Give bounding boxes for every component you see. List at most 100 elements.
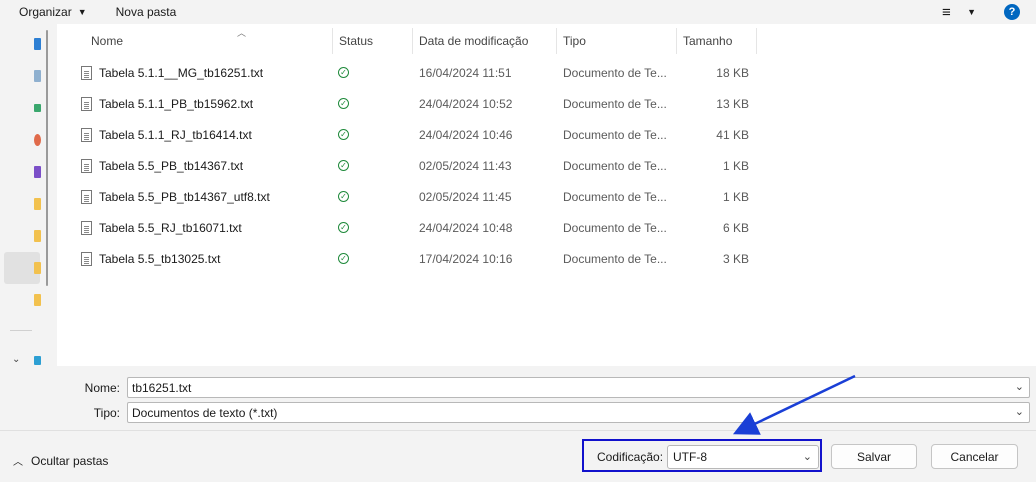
chevron-down-icon[interactable]: ⌄	[1015, 405, 1024, 418]
file-size: 1 KB	[722, 189, 749, 204]
list-view-icon: ≡	[942, 3, 951, 21]
sync-check-icon: ✓	[338, 129, 349, 140]
file-type: Documento de Te...	[563, 158, 667, 173]
file-name-cell: Tabela 5.1.1_RJ_tb16414.txt	[81, 119, 252, 150]
chevron-down-icon[interactable]: ⌄	[12, 354, 20, 365]
downloads-icon[interactable]	[34, 104, 41, 112]
music-icon[interactable]	[34, 134, 41, 146]
videos-icon[interactable]	[34, 166, 41, 178]
column-divider[interactable]	[676, 28, 677, 54]
text-file-icon	[81, 65, 92, 80]
cancel-label: Cancelar	[950, 449, 999, 464]
file-type-value: Documentos de texto (*.txt)	[132, 405, 278, 420]
column-header-modified[interactable]: Data de modificação	[419, 28, 555, 54]
status-cell: ✓	[338, 181, 349, 212]
file-name: Tabela 5.1.1__MG_tb16251.txt	[99, 65, 264, 80]
file-name-cell: Tabela 5.5_PB_tb14367_utf8.txt	[81, 181, 270, 212]
file-size: 3 KB	[722, 251, 749, 266]
status-cell: ✓	[338, 150, 349, 181]
organize-button[interactable]: Organizar ▼	[11, 0, 95, 24]
help-icon: ?	[1008, 6, 1016, 18]
encoding-select[interactable]: UTF-8 ⌄	[667, 445, 819, 469]
column-header-type[interactable]: Tipo	[563, 28, 675, 54]
file-name-label: Nome:	[84, 381, 120, 395]
chevron-down-icon: ▼	[77, 7, 87, 17]
desktop-icon[interactable]	[34, 38, 41, 50]
save-button[interactable]: Salvar	[831, 444, 917, 469]
file-type: Documento de Te...	[563, 65, 667, 80]
status-cell: ✓	[338, 119, 349, 150]
toolbar: Organizar ▼ Nova pasta ≡ ▼ ?	[0, 0, 1036, 24]
file-size: 6 KB	[722, 220, 749, 235]
file-list: Nome ︿ Status Data de modificação Tipo T…	[57, 24, 1036, 366]
status-cell: ✓	[338, 88, 349, 119]
column-status-label: Status	[339, 34, 374, 48]
file-type-select[interactable]: Documentos de texto (*.txt) ⌄	[127, 402, 1030, 423]
folder-icon[interactable]	[34, 294, 41, 306]
file-modified: 24/04/2024 10:46	[419, 127, 513, 142]
column-divider[interactable]	[332, 28, 333, 54]
chevron-down-icon: ⌄	[802, 451, 812, 463]
column-modified-label: Data de modificação	[419, 34, 529, 48]
file-name-value: tb16251.txt	[132, 380, 192, 395]
sort-up-icon: ︿	[237, 28, 247, 38]
column-header-size[interactable]: Tamanho	[683, 28, 755, 54]
this-pc-icon[interactable]	[34, 356, 41, 365]
status-cell: ✓	[338, 57, 349, 88]
chevron-down-icon: ▼	[967, 7, 976, 17]
file-size: 1 KB	[722, 158, 749, 173]
file-row[interactable]: Tabela 5.5_RJ_tb16071.txt ✓ 24/04/2024 1…	[57, 212, 1036, 243]
file-modified: 02/05/2024 11:45	[419, 189, 512, 204]
column-header-name[interactable]: Nome ︿	[91, 28, 331, 54]
file-name: Tabela 5.5_PB_tb14367.txt	[99, 158, 244, 173]
file-type: Documento de Te...	[563, 189, 667, 204]
file-name-cell: Tabela 5.1.1_PB_tb15962.txt	[81, 88, 253, 119]
file-row[interactable]: Tabela 5.5_tb13025.txt ✓ 17/04/2024 10:1…	[57, 243, 1036, 274]
column-divider[interactable]	[756, 28, 757, 54]
file-row[interactable]: Tabela 5.1.1_PB_tb15962.txt ✓ 24/04/2024…	[57, 88, 1036, 119]
text-file-icon	[81, 96, 92, 111]
text-file-icon	[81, 127, 92, 142]
save-label: Salvar	[856, 449, 891, 464]
new-folder-button[interactable]: Nova pasta	[108, 0, 185, 24]
column-type-label: Tipo	[563, 34, 586, 48]
column-header-status[interactable]: Status	[339, 28, 411, 54]
file-name: Tabela 5.1.1_RJ_tb16414.txt	[99, 127, 252, 142]
organize-label: Organizar	[19, 5, 72, 19]
view-options-button[interactable]: ≡ ▼	[938, 2, 980, 22]
sync-check-icon: ✓	[338, 253, 349, 264]
file-row[interactable]: Tabela 5.5_PB_tb14367_utf8.txt ✓ 02/05/2…	[57, 181, 1036, 212]
text-file-icon	[81, 158, 92, 173]
folder-icon[interactable]	[34, 262, 41, 274]
hide-folders-label: Ocultar pastas	[31, 453, 109, 468]
file-name-cell: Tabela 5.5_RJ_tb16071.txt	[81, 212, 242, 243]
encoding-value: UTF-8	[673, 450, 707, 464]
text-file-icon	[81, 220, 92, 235]
text-file-icon	[81, 251, 92, 266]
file-row[interactable]: Tabela 5.1.1_RJ_tb16414.txt ✓ 24/04/2024…	[57, 119, 1036, 150]
status-cell: ✓	[338, 243, 349, 274]
cancel-button[interactable]: Cancelar	[931, 444, 1018, 469]
file-row[interactable]: Tabela 5.5_PB_tb14367.txt ✓ 02/05/2024 1…	[57, 150, 1036, 181]
file-modified: 16/04/2024 11:51	[419, 65, 512, 80]
navigation-pane: ⌄	[0, 24, 52, 366]
new-folder-label: Nova pasta	[115, 5, 177, 19]
nav-scrollbar[interactable]	[46, 30, 48, 286]
file-name-cell: Tabela 5.5_tb13025.txt	[81, 243, 220, 274]
column-divider[interactable]	[556, 28, 557, 54]
hide-folders-button[interactable]: ︿ Ocultar pastas	[13, 453, 109, 469]
file-row[interactable]: Tabela 5.1.1__MG_tb16251.txt ✓ 16/04/202…	[57, 57, 1036, 88]
file-name: Tabela 5.5_PB_tb14367_utf8.txt	[99, 189, 270, 204]
file-name-input[interactable]: tb16251.txt ⌄	[127, 377, 1030, 398]
folder-icon[interactable]	[34, 198, 41, 210]
file-name-cell: Tabela 5.5_PB_tb14367.txt	[81, 150, 243, 181]
status-cell: ✓	[338, 212, 349, 243]
file-type: Documento de Te...	[563, 220, 667, 235]
file-size: 41 KB	[716, 127, 749, 142]
sync-check-icon: ✓	[338, 160, 349, 171]
help-button[interactable]: ?	[1004, 4, 1020, 20]
folder-icon[interactable]	[34, 230, 41, 242]
documents-icon[interactable]	[34, 70, 41, 82]
chevron-down-icon[interactable]: ⌄	[1015, 380, 1024, 393]
column-divider[interactable]	[412, 28, 413, 54]
